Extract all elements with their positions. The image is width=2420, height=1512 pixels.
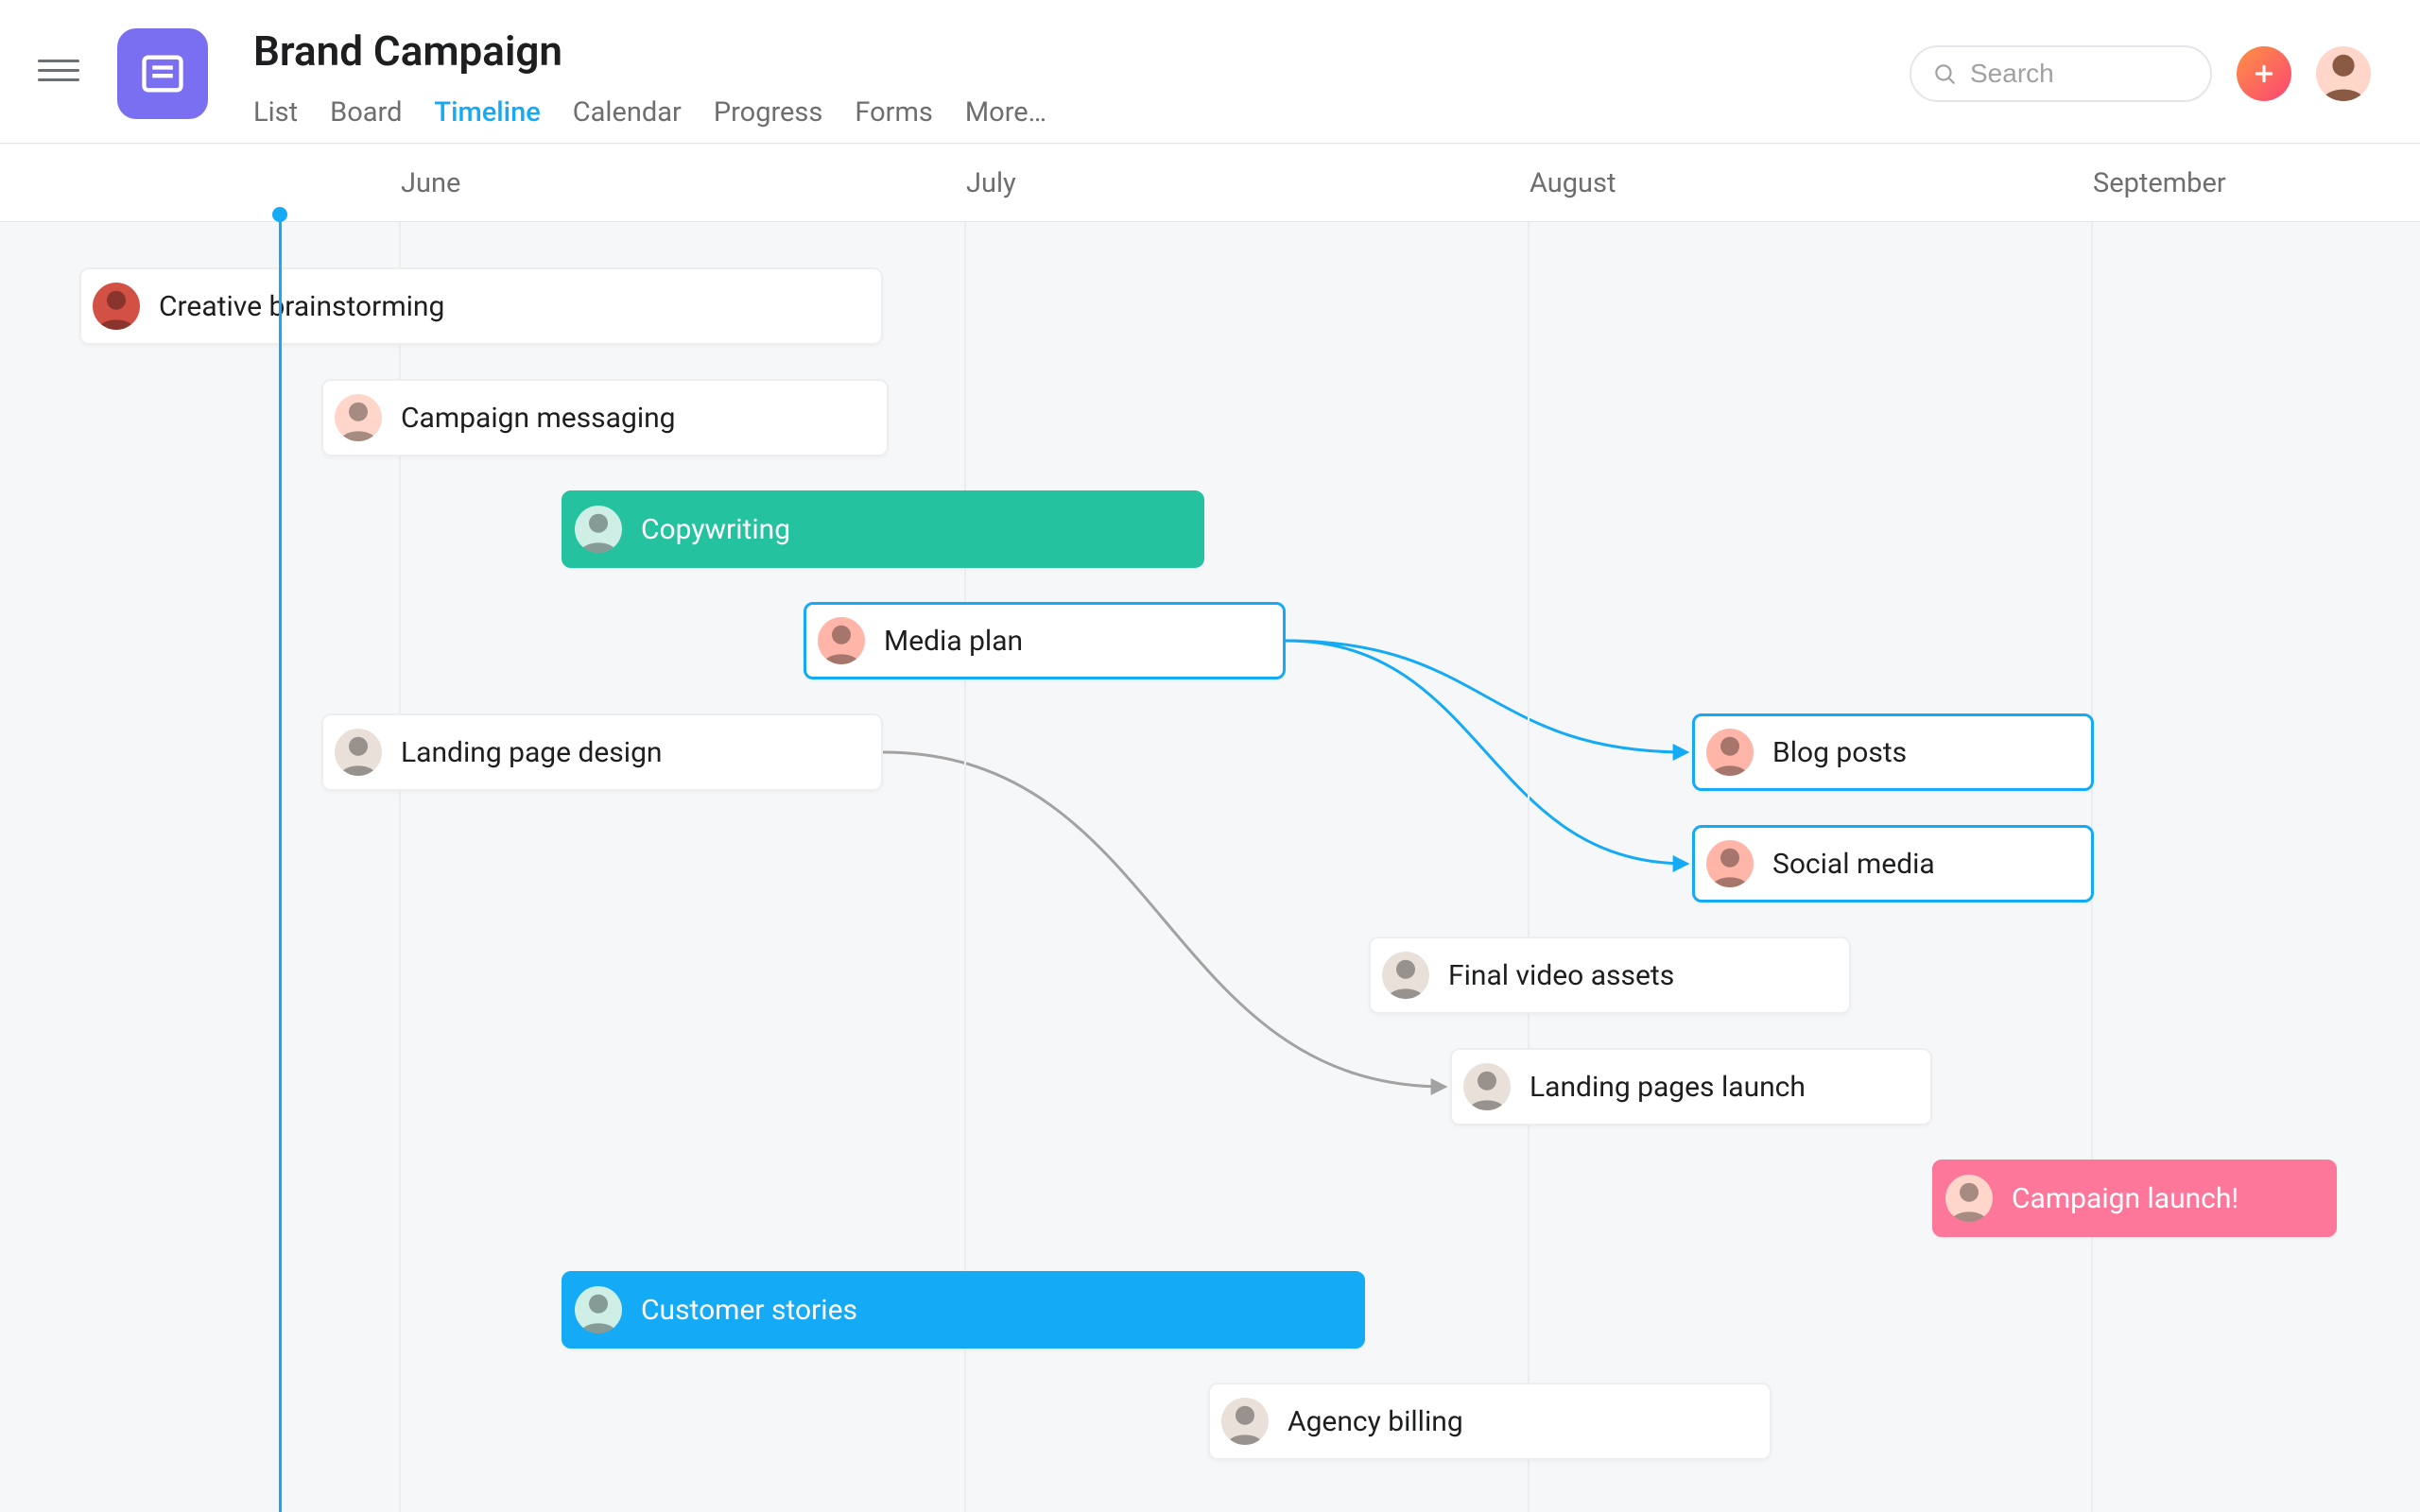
tab-progress[interactable]: Progress: [714, 96, 823, 149]
assignee-avatar: [1463, 1063, 1511, 1110]
today-marker-line: [279, 215, 282, 1512]
assignee-avatar: [1221, 1398, 1269, 1445]
month-header-row: June July August September: [0, 145, 2420, 222]
person-icon: [93, 283, 140, 330]
app-header: Brand Campaign ListBoardTimelineCalendar…: [0, 0, 2420, 144]
assignee-avatar: [1382, 952, 1429, 999]
task-media-plan[interactable]: Media plan: [804, 602, 1286, 679]
assignee-avatar: [575, 1286, 622, 1333]
person-icon: [818, 617, 865, 664]
task-label: Blog posts: [1772, 736, 1907, 769]
task-label: Agency billing: [1288, 1405, 1463, 1438]
tab-board[interactable]: Board: [330, 96, 402, 149]
task-label: Media plan: [884, 625, 1023, 658]
header-right: [1910, 45, 2371, 102]
person-icon: [575, 506, 622, 553]
assignee-avatar: [335, 729, 382, 776]
person-icon: [1221, 1398, 1269, 1445]
plus-icon: [2252, 61, 2276, 86]
assignee-avatar: [1706, 729, 1754, 776]
tab-calendar[interactable]: Calendar: [573, 96, 682, 149]
add-button[interactable]: [2237, 46, 2291, 101]
person-icon: [1706, 729, 1754, 776]
assignee-avatar: [335, 394, 382, 441]
connector: [1286, 641, 1686, 752]
menu-button[interactable]: [38, 49, 79, 91]
assignee-avatar: [1945, 1175, 1993, 1222]
task-copywriting[interactable]: Copywriting: [562, 490, 1204, 568]
connector: [1286, 641, 1686, 864]
assignee-avatar: [818, 617, 865, 664]
search-icon: [1932, 61, 1957, 86]
task-label: Landing page design: [401, 736, 663, 769]
task-landing-page-design[interactable]: Landing page design: [321, 713, 883, 791]
task-label: Campaign launch!: [2012, 1182, 2238, 1215]
search-field[interactable]: [1910, 45, 2212, 102]
tab-timeline[interactable]: Timeline: [434, 96, 540, 149]
month-label: July: [966, 167, 1016, 199]
person-icon: [575, 1286, 622, 1333]
task-label: Landing pages launch: [1530, 1071, 1806, 1104]
assignee-avatar: [93, 283, 140, 330]
task-final-video-assets[interactable]: Final video assets: [1369, 936, 1851, 1014]
month-label: September: [2093, 167, 2226, 199]
tab-more[interactable]: More…: [965, 96, 1046, 149]
search-input[interactable]: [1970, 59, 2189, 89]
person-icon: [1382, 952, 1429, 999]
task-label: Copywriting: [641, 513, 790, 546]
connector: [883, 752, 1444, 1087]
tab-forms[interactable]: Forms: [855, 96, 933, 149]
task-blog-posts[interactable]: Blog posts: [1692, 713, 2094, 791]
month-label: August: [1530, 167, 1616, 199]
task-customer-stories[interactable]: Customer stories: [562, 1271, 1365, 1349]
assignee-avatar: [1706, 840, 1754, 887]
month-gridline: [1528, 222, 1530, 1512]
project-icon[interactable]: [117, 28, 208, 119]
task-label: Final video assets: [1448, 959, 1674, 992]
task-social-media[interactable]: Social media: [1692, 825, 2094, 902]
person-icon: [1945, 1175, 1993, 1222]
task-label: Creative brainstorming: [159, 290, 444, 323]
task-agency-billing[interactable]: Agency billing: [1208, 1383, 1772, 1460]
task-landing-pages-launch[interactable]: Landing pages launch: [1450, 1048, 1932, 1125]
person-icon: [335, 729, 382, 776]
user-avatar[interactable]: [2316, 46, 2371, 101]
person-icon: [1463, 1063, 1511, 1110]
timeline-body[interactable]: Creative brainstorming Campaign messaging…: [0, 222, 2420, 1512]
task-label: Customer stories: [641, 1294, 857, 1327]
task-campaign-messaging[interactable]: Campaign messaging: [321, 379, 889, 456]
task-label: Campaign messaging: [401, 402, 676, 435]
view-tabs: List Board Timeline Calendar Progress Forms Mo…: [253, 96, 2382, 149]
task-label: Social media: [1772, 848, 1935, 881]
month-label: June: [401, 167, 460, 199]
tab-list[interactable]: List: [253, 96, 298, 149]
task-campaign-launch[interactable]: Campaign launch!: [1932, 1160, 2337, 1237]
task-creative-brainstorming[interactable]: Creative brainstorming: [79, 267, 883, 345]
assignee-avatar: [575, 506, 622, 553]
person-icon: [2316, 46, 2371, 101]
person-icon: [335, 394, 382, 441]
person-icon: [1706, 840, 1754, 887]
